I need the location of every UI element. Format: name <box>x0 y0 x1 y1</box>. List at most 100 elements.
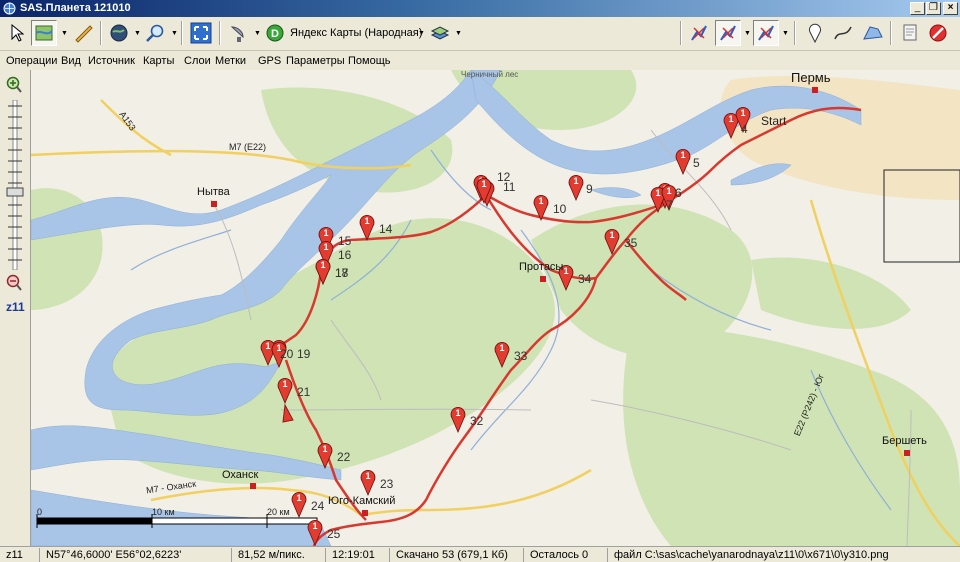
map-layer-button[interactable] <box>31 20 57 46</box>
waypoint-label: 5 <box>693 156 700 170</box>
layers-button[interactable] <box>427 20 453 46</box>
menu-layers[interactable]: Слои <box>184 55 211 67</box>
pin-glyph: 1 <box>741 108 746 118</box>
map-viewport[interactable]: 1111111111111111111111111111 Пермь Start… <box>31 70 960 546</box>
chevron-down-icon[interactable]: ▼ <box>61 30 68 37</box>
gps-center-button[interactable] <box>753 20 779 46</box>
zoom-slider-thumb[interactable] <box>6 187 24 197</box>
menu-settings[interactable]: Параметры <box>286 55 345 67</box>
map-canvas[interactable]: 1111111111111111111111111111 <box>31 70 960 546</box>
waypoint-label: 18 <box>335 266 349 280</box>
pin-glyph: 1 <box>323 444 328 454</box>
menu-help[interactable]: Помощь <box>348 55 391 67</box>
placemark-manager-button[interactable] <box>897 20 923 46</box>
chevron-down-icon[interactable]: ▼ <box>254 30 261 37</box>
status-file: файл C:\sas\cache\yanarodnaya\z11\0\x671… <box>614 549 889 561</box>
chevron-down-icon[interactable]: ▼ <box>782 30 789 37</box>
scale-10km-label: 10 км <box>152 507 175 517</box>
chevron-down-icon[interactable]: ▼ <box>455 30 462 37</box>
waypoint-label: 22 <box>337 450 351 464</box>
menu-gps[interactable]: GPS <box>258 55 281 67</box>
menu-maps[interactable]: Карты <box>143 55 174 67</box>
hide-placemarks-button[interactable] <box>925 20 951 46</box>
waypoint-marker[interactable]: 1 <box>568 174 584 202</box>
zoom-slider[interactable] <box>5 100 25 270</box>
menu-operations[interactable]: Операции <box>6 55 57 67</box>
pin-glyph: 1 <box>574 176 579 186</box>
menu-source[interactable]: Источник <box>88 55 135 67</box>
map-tile-icon <box>35 25 53 41</box>
gps-follow-button[interactable] <box>715 20 741 46</box>
waypoint-label: 21 <box>297 385 311 399</box>
minimize-button[interactable]: _ <box>910 2 925 15</box>
gps-track-button[interactable] <box>686 20 712 46</box>
waypoint-label: 20 <box>280 347 294 361</box>
zoom-out-icon[interactable] <box>5 274 23 292</box>
menu-bar: Операции Вид Источник Карты Слои Метки G… <box>0 52 960 70</box>
path-icon <box>834 26 852 40</box>
chevron-down-icon[interactable]: ▼ <box>744 30 751 37</box>
waypoint-label: 33 <box>514 349 528 363</box>
ruler-button[interactable] <box>70 20 96 46</box>
add-path-button[interactable] <box>830 20 856 46</box>
toolbar-separator <box>100 21 102 45</box>
city-label-bershet: Бершеть <box>882 435 927 447</box>
scale-zero-label: 0 <box>37 507 43 517</box>
forest-label: Черничный лес <box>461 70 519 79</box>
globe-button[interactable] <box>106 20 132 46</box>
toolbar-separator <box>219 21 221 45</box>
chevron-down-icon[interactable]: ▼ <box>171 30 178 37</box>
status-bar: z11 N57°46,6000' E56°02,6223' 81,52 м/пи… <box>0 546 960 562</box>
waypoint-label: 19 <box>297 347 311 361</box>
gps-follow-icon <box>720 25 736 41</box>
green-circle-icon: D <box>266 24 284 42</box>
map-source-label[interactable]: Яндекс Карты (Народная) <box>290 27 422 39</box>
status-time: 12:19:01 <box>328 548 390 562</box>
pin-glyph: 1 <box>482 179 487 189</box>
chevron-down-icon[interactable]: ▼ <box>134 30 141 37</box>
waypoint-label: 7 <box>666 198 673 212</box>
pointer-tool-button[interactable] <box>4 20 30 46</box>
no-entry-icon <box>929 24 947 42</box>
title-bar: SAS.Планета 121010 _ ❐ × <box>0 0 960 17</box>
city-label-nytva: Нытва <box>197 186 230 198</box>
chevron-down-icon[interactable]: ▼ <box>418 30 425 37</box>
fullscreen-button[interactable] <box>188 20 214 46</box>
waypoint-label: 9 <box>586 182 593 196</box>
placemark-pin-icon <box>809 23 821 43</box>
cursor-arrow-icon <box>11 24 24 42</box>
main-toolbar: ▼ ▼ ▼ ▼ D Яндекс Карты (Народная) ▼ ▼ ▼ … <box>0 17 960 51</box>
add-polygon-button[interactable] <box>860 20 886 46</box>
start-label: Start <box>761 114 787 128</box>
zoom-in-icon[interactable] <box>5 76 23 94</box>
notes-icon <box>903 24 917 41</box>
pin-glyph: 1 <box>365 216 370 226</box>
pin-glyph: 1 <box>456 408 461 418</box>
waypoint-marker[interactable]: 1 <box>450 406 466 434</box>
menu-placemarks[interactable]: Метки <box>215 55 246 67</box>
layers-icon <box>430 26 450 40</box>
globe-app-icon <box>3 2 16 15</box>
maximize-button[interactable]: ❐ <box>926 2 941 15</box>
add-placemark-button[interactable] <box>802 20 828 46</box>
status-downloaded: Скачано 53 (679,1 Кб) <box>392 548 524 562</box>
pin-glyph: 1 <box>366 471 371 481</box>
close-button[interactable]: × <box>943 2 958 15</box>
satellite-button[interactable] <box>226 20 252 46</box>
waypoint-label: 34 <box>578 272 592 286</box>
waypoint-marker[interactable]: 1 <box>675 148 691 176</box>
pin-glyph: 1 <box>324 242 329 252</box>
search-button[interactable] <box>142 20 168 46</box>
city-label-okhansk: Оханск <box>222 469 259 481</box>
waypoint-label: 35 <box>624 236 638 250</box>
toolbar-separator <box>181 21 183 45</box>
city-label-yugo-kamsky: Юго-Камский <box>328 495 396 507</box>
road-label-m7: M7 (E22) <box>229 142 267 152</box>
waypoint-marker[interactable]: 1 <box>360 469 376 497</box>
menu-view[interactable]: Вид <box>61 55 81 67</box>
waypoint-marker[interactable]: 1 <box>291 491 307 519</box>
scale-20km-label: 20 км <box>267 507 290 517</box>
pin-glyph: 1 <box>656 188 661 198</box>
map-source-button[interactable]: D <box>262 20 288 46</box>
waypoint-label: 25 <box>327 527 341 541</box>
